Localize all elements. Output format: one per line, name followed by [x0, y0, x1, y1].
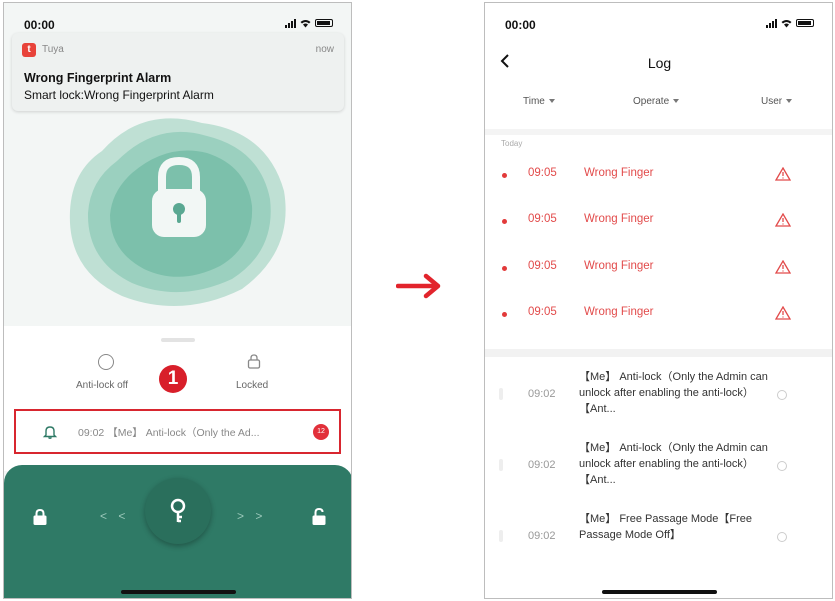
status-time: 00:00	[505, 18, 536, 32]
anti-lock-icon[interactable]	[98, 354, 114, 370]
record-event: 【Me】 Free Passage Mode【Free Passage Mode…	[579, 513, 753, 541]
alarm-event: Wrong Finger	[584, 260, 654, 272]
home-indicator[interactable]	[121, 590, 236, 594]
step-badge: 1	[159, 365, 187, 393]
notification-banner[interactable]: t Tuya now Wrong Fingerprint Alarm Smart…	[12, 33, 344, 111]
arrow-right-icon	[396, 273, 441, 299]
warning-icon	[775, 213, 791, 227]
unread-count-badge: 12	[313, 424, 329, 440]
locked-icon[interactable]	[246, 353, 262, 369]
caret-down-icon	[786, 99, 793, 104]
section-label: Today	[501, 139, 523, 148]
status-icons	[285, 18, 333, 28]
status-icons	[766, 18, 814, 28]
latest-record-text: 09:02 【Me】 Anti-lock（Only the Ad...	[78, 427, 260, 439]
record-event: 【Me】 Anti-lock（Only the Admin can unlock…	[579, 442, 768, 486]
page-title: Log	[647, 55, 672, 71]
filter-operate[interactable]: Operate	[633, 96, 680, 107]
slide-right-arrows: > >	[237, 509, 267, 523]
alarm-time: 09:05	[528, 260, 557, 272]
status-time: 00:00	[24, 18, 55, 32]
divider	[485, 349, 832, 357]
filter-time[interactable]: Time	[523, 96, 555, 107]
alarm-time: 09:05	[528, 167, 557, 179]
slide-left-arrows: < <	[100, 509, 130, 523]
wifi-icon	[781, 19, 792, 27]
timeline-marker	[499, 530, 503, 542]
signal-icon	[285, 18, 296, 28]
home-indicator[interactable]	[602, 590, 717, 594]
lock-open-icon[interactable]	[310, 507, 328, 526]
alarm-dot	[502, 219, 507, 224]
alarm-time: 09:05	[528, 213, 557, 225]
signal-icon	[766, 18, 777, 28]
record-status-icon	[777, 390, 787, 400]
key-button[interactable]	[145, 478, 211, 544]
battery-icon	[315, 19, 333, 27]
warning-icon	[775, 167, 791, 181]
alarm-dot	[502, 173, 507, 178]
lock-status-graphic	[69, 118, 286, 306]
key-icon	[170, 498, 186, 523]
alarm-dot	[502, 312, 507, 317]
caret-down-icon	[548, 99, 555, 104]
alarm-event: Wrong Finger	[584, 306, 654, 318]
notification-body: Smart lock:Wrong Fingerprint Alarm	[24, 88, 214, 102]
timeline-marker	[499, 459, 503, 471]
timeline-marker	[499, 388, 503, 400]
record-status-icon	[777, 461, 787, 471]
drag-handle[interactable]	[161, 338, 195, 342]
alarm-event: Wrong Finger	[584, 213, 654, 225]
notification-time: now	[315, 44, 334, 55]
record-status-icon	[777, 532, 787, 542]
notification-title: Wrong Fingerprint Alarm	[24, 71, 172, 85]
bell-icon	[42, 426, 58, 439]
lock-screen: 00:00 t Tuya now Wrong Fingerprint Alarm…	[3, 2, 352, 599]
anti-lock-label: Anti-lock off	[76, 380, 129, 391]
record-time: 09:02	[528, 530, 556, 542]
warning-icon	[775, 306, 791, 320]
record-time: 09:02	[528, 388, 556, 400]
lock-closed-icon[interactable]	[32, 508, 48, 526]
record-time: 09:02	[528, 459, 556, 471]
warning-icon	[775, 260, 791, 274]
locked-label: Locked	[236, 380, 269, 391]
record-event: 【Me】 Anti-lock（Only the Admin can unlock…	[579, 371, 768, 415]
log-screen: 00:00 Log Time Operate User Today 09:05 …	[484, 2, 833, 599]
filter-user[interactable]: User	[761, 96, 793, 107]
alarm-time: 09:05	[528, 306, 557, 318]
caret-down-icon	[673, 99, 680, 104]
alarm-dot	[502, 266, 507, 271]
latest-record-row[interactable]: 09:02 【Me】 Anti-lock（Only the Ad... 12	[14, 409, 341, 454]
notification-app-name: Tuya	[42, 44, 64, 55]
alarm-event: Wrong Finger	[584, 167, 654, 179]
battery-icon	[796, 19, 814, 27]
tuya-app-icon: t	[22, 43, 36, 57]
wifi-icon	[300, 19, 311, 27]
divider	[485, 129, 832, 135]
